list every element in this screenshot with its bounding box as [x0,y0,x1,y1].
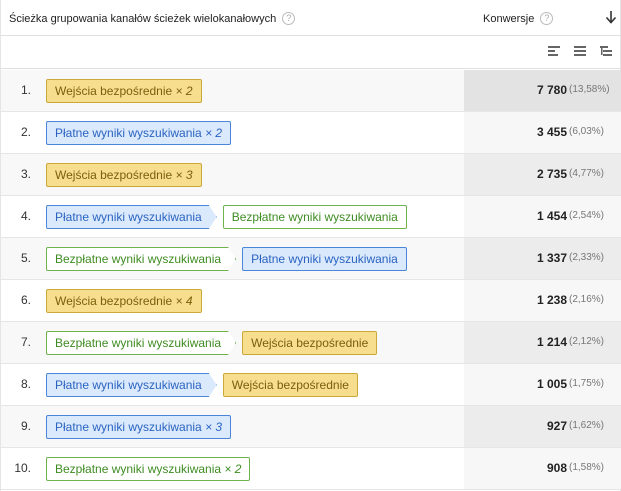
channel-path: Bezpłatne wyniki wyszukiwania × 2 [46,456,254,484]
channel-chip-direct[interactable]: Wejścia bezpośrednie × 4 [46,289,205,316]
channel-chip-direct[interactable]: Wejścia bezpośrednie [222,373,358,397]
channel-chip-label: Bezpłatne wyniki wyszukiwania [231,210,398,224]
channel-path: Płatne wyniki wyszukiwania × 2 [46,120,235,148]
conversions-column-label: Konwersje [483,12,535,25]
channel-chip-multiplier: × 4 [175,294,193,308]
row-number: 4. [20,209,31,223]
channel-chip-label: Bezpłatne wyniki wyszukiwania [55,252,222,266]
channel-chip-multiplier: × 2 [224,462,242,476]
channel-chip-paid[interactable]: Płatne wyniki wyszukiwania × 2 [46,121,235,148]
table-row[interactable]: 3. Wejścia bezpośrednie × 3 2 735 (4,77%) [1,154,621,196]
table-row[interactable]: 6. Wejścia bezpośrednie × 4 1 238 (2,16%) [1,280,621,322]
conversions-percentage: (6,03%) [569,126,605,137]
sort-descending-icon[interactable] [605,9,617,25]
row-number: 8. [20,377,31,391]
table-row[interactable]: 5. Bezpłatne wyniki wyszukiwania Płatne wy… [1,238,621,280]
channel-chip-label: Bezpłatne wyniki wyszukiwania [55,336,222,350]
channel-chip-organic[interactable]: Bezpłatne wyniki wyszukiwania × 2 [46,457,254,484]
channel-chip-multiplier: × 3 [205,420,223,434]
conversions-percentage: (2,16%) [569,294,605,305]
view-toolbar [1,36,621,69]
conversions-value: 7 780 [536,83,567,97]
help-icon[interactable]: ? [540,12,554,25]
table-row[interactable]: 9. Płatne wyniki wyszukiwania × 3 927 (1,62… [1,406,621,448]
channel-chip-paid[interactable]: Płatne wyniki wyszukiwania × 3 [46,415,235,442]
conversions-value: 1 005 [536,377,567,391]
channel-path: Płatne wyniki wyszukiwania Wejścia bezpoś… [46,372,358,398]
channel-chip-multiplier: × 3 [175,168,193,182]
row-number: 3. [20,167,31,181]
channel-path: Płatne wyniki wyszukiwania × 3 [46,414,235,442]
conversions-percentage: (13,58%) [569,84,610,95]
table-row[interactable]: 7. Bezpłatne wyniki wyszukiwania Wejścia b… [1,322,621,364]
conversions-percentage: (2,33%) [569,252,605,263]
channel-chip-label: Wejścia bezpośrednie [251,336,369,350]
table-body: 1. Wejścia bezpośrednie × 2 7 780 (13,58%) 2… [1,70,621,490]
conversions-value: 2 735 [536,167,567,181]
conversions-percentage: (4,77%) [569,168,605,179]
row-number: 1. [20,83,31,97]
conversions-value: 1 337 [536,251,567,265]
conversions-percentage: (2,12%) [569,336,605,347]
channel-path: Bezpłatne wyniki wyszukiwania Wejścia bez… [46,330,378,356]
channel-chip-label: Płatne wyniki wyszukiwania [55,126,202,140]
channel-chip-label: Wejścia bezpośrednie [231,378,349,392]
channel-path: Wejścia bezpośrednie × 4 [46,288,205,316]
conversions-value: 927 [546,419,567,433]
help-icon[interactable]: ? [282,12,296,25]
channel-chip-label: Wejścia bezpośrednie [55,84,173,98]
channel-chip-direct[interactable]: Wejścia bezpośrednie [242,331,378,355]
table-row[interactable]: 8. Płatne wyniki wyszukiwania Wejścia bezp… [1,364,621,406]
conversions-value: 3 455 [536,125,567,139]
path-column-header[interactable]: Ścieżka grupowania kanałów ścieżek wielo… [9,12,296,25]
path-column-label: Ścieżka grupowania kanałów ścieżek wielo… [9,12,277,25]
conversions-column-header[interactable]: Konwersje ? [483,12,554,25]
channel-chip-label: Wejścia bezpośrednie [55,294,173,308]
channel-chip-label: Płatne wyniki wyszukiwania [251,252,398,266]
channel-chip-organic[interactable]: Bezpłatne wyniki wyszukiwania [46,331,236,355]
row-number: 7. [20,335,31,349]
conversions-value: 1 214 [536,335,567,349]
channel-chip-label: Płatne wyniki wyszukiwania [55,378,202,392]
conversions-percentage: (1,75%) [569,378,605,389]
table-header: Ścieżka grupowania kanałów ścieżek wielo… [1,0,621,36]
channel-path: Płatne wyniki wyszukiwania Bezpłatne wyni… [46,204,407,230]
channel-chip-organic[interactable]: Bezpłatne wyniki wyszukiwania [222,205,407,229]
conversions-value: 1 238 [536,293,567,307]
row-number: 9. [20,419,31,433]
conversions-value: 908 [546,461,567,475]
row-number: 6. [20,293,31,307]
channel-chip-paid[interactable]: Płatne wyniki wyszukiwania [46,205,217,229]
tree-view-icon[interactable] [599,44,613,58]
conversions-percentage: (2,54%) [569,210,605,221]
table-row[interactable]: 1. Wejścia bezpośrednie × 2 7 780 (13,58%) [1,70,621,112]
channel-chip-direct[interactable]: Wejścia bezpośrednie × 2 [46,79,205,106]
channel-path: Wejścia bezpośrednie × 2 [46,78,205,106]
channel-chip-organic[interactable]: Bezpłatne wyniki wyszukiwania [46,247,236,271]
channel-chip-label: Płatne wyniki wyszukiwania [55,420,202,434]
table-row[interactable]: 2. Płatne wyniki wyszukiwania × 2 3 455 (6,… [1,112,621,154]
list-view-icon[interactable] [573,44,587,58]
channel-chip-paid[interactable]: Płatne wyniki wyszukiwania [242,247,407,271]
channel-chip-label: Wejścia bezpośrednie [55,168,173,182]
table-row[interactable]: 10. Bezpłatne wyniki wyszukiwania × 2 908(… [1,448,621,490]
bar-view-icon[interactable] [547,44,561,58]
channel-chip-label: Płatne wyniki wyszukiwania [55,210,202,224]
table-row[interactable]: 4. Płatne wyniki wyszukiwania Bezpłatne wy… [1,196,621,238]
channel-chip-multiplier: × 2 [175,84,193,98]
channel-chip-label: Bezpłatne wyniki wyszukiwania [55,462,222,476]
conversions-value: 1 454 [536,209,567,223]
channel-path: Bezpłatne wyniki wyszukiwania Płatne wyni… [46,246,407,272]
row-number: 5. [20,251,31,265]
channel-chip-direct[interactable]: Wejścia bezpośrednie × 3 [46,163,205,190]
channel-chip-paid[interactable]: Płatne wyniki wyszukiwania [46,373,217,397]
row-number: 2. [20,125,31,139]
channel-path: Wejścia bezpośrednie × 3 [46,162,205,190]
conversions-percentage: (1,58%) [569,462,605,473]
mcf-paths-table: Ścieżka grupowania kanałów ścieżek wielo… [0,0,621,491]
channel-chip-multiplier: × 2 [205,126,223,140]
conversions-percentage: (1,62%) [569,420,605,431]
row-number: 10. [14,461,31,475]
